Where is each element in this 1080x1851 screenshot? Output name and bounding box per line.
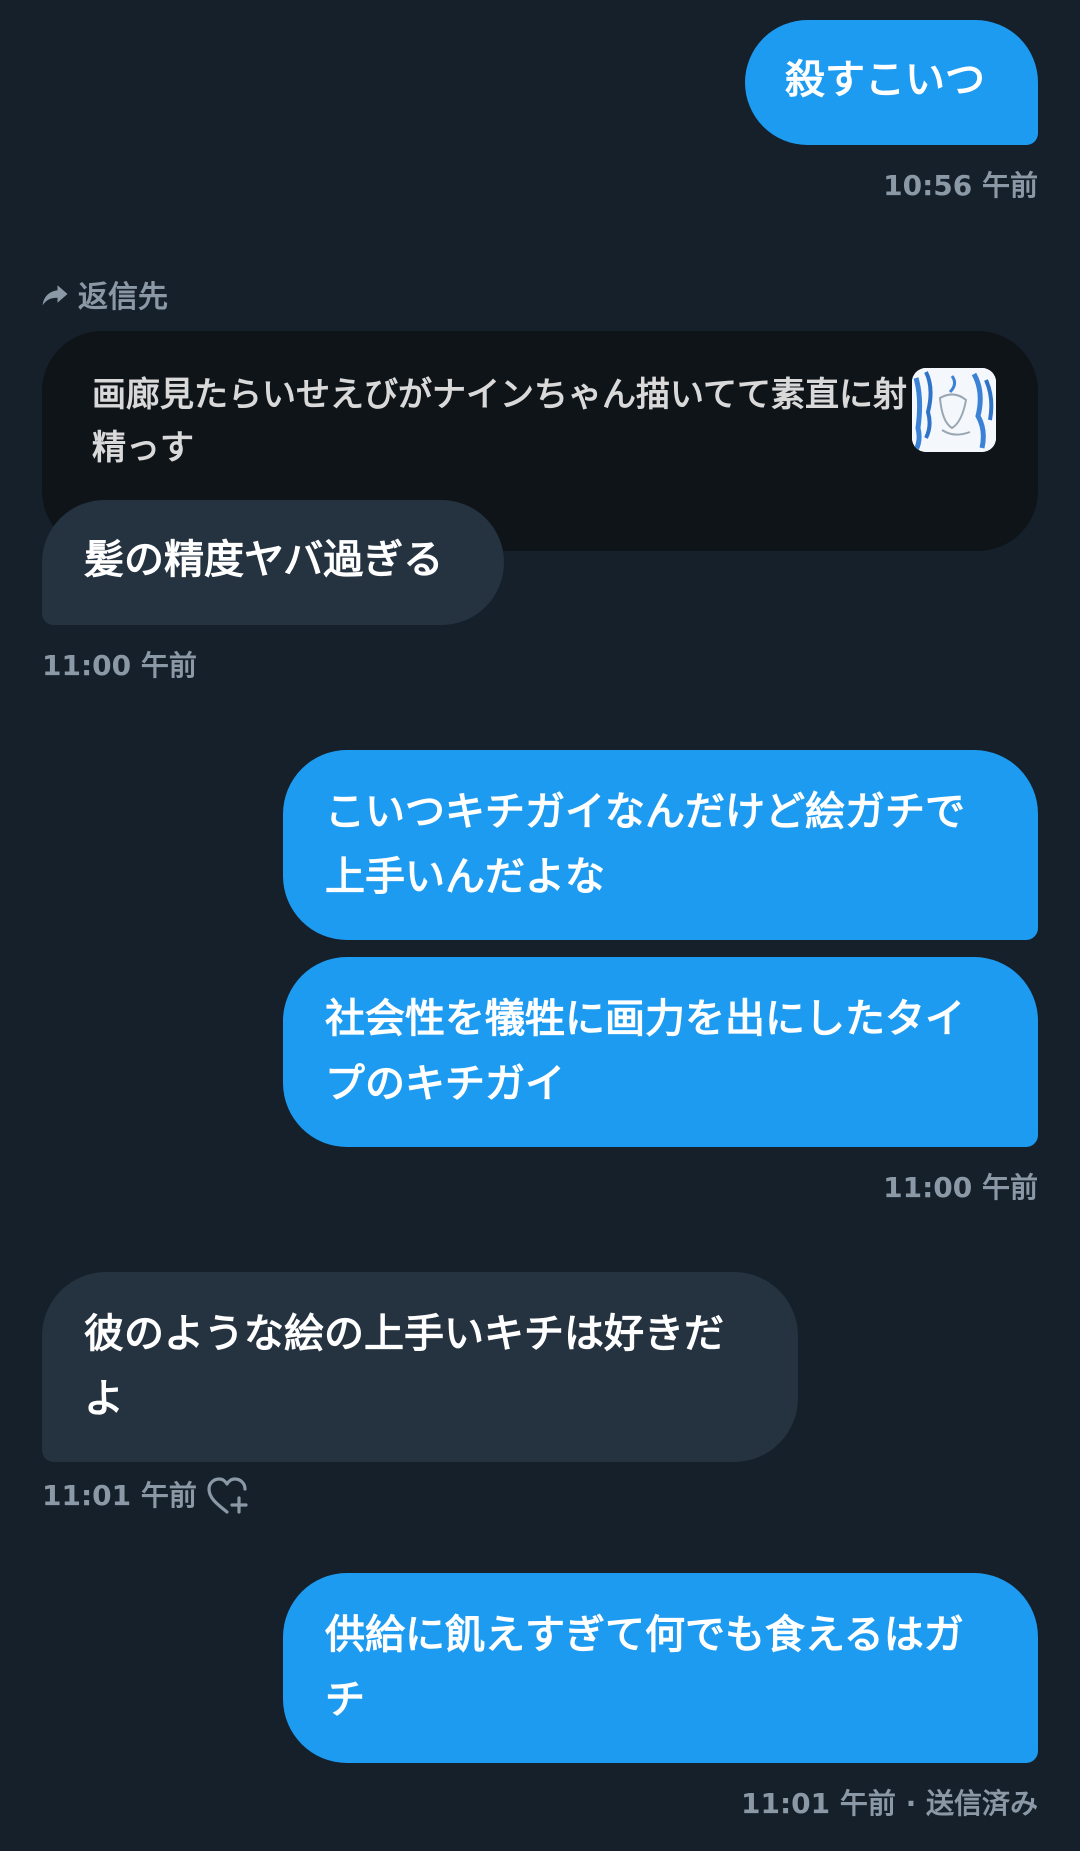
message-text: 社会性を犠牲に画力を出にしたタイプのキチガイ [325,996,965,1107]
message-status: 11:01 午前 · 送信済み [740,1787,1038,1820]
message-bubble-incoming[interactable]: 彼のような絵の上手いキチは好きだよ [42,1272,798,1462]
dm-thread[interactable]: 殺すこいつ 10:56 午前 返信先 画廊見たらいせえびがナインちゃん描いてて素… [0,0,1080,1851]
reply-label-text: 返信先 [78,280,168,315]
message-text: 彼のような絵の上手いキチは好きだよ [84,1311,724,1422]
message-bubble-outgoing[interactable]: 供給に飢えすぎて何でも食えるはガチ [283,1573,1038,1763]
reply-arrow-icon [42,285,68,306]
message-text: 殺すこいつ [785,57,985,103]
message-bubble-outgoing[interactable]: 社会性を犠牲に画力を出にしたタイプのキチガイ [283,957,1038,1147]
message-bubble-incoming[interactable]: 髪の精度ヤバ過ぎる [42,500,504,625]
quoted-message-text: 画廊見たらいせえびがナインちゃん描いてて素直に射精っす [92,375,907,468]
message-timestamp: 10:56 午前 [883,169,1038,202]
message-bubble-outgoing[interactable]: 殺すこいつ [745,20,1038,145]
message-timestamp: 11:00 午前 [42,649,197,682]
image-thumbnail-icon[interactable] [912,368,996,452]
message-text: 供給に飢えすぎて何でも食えるはガチ [325,1612,964,1723]
message-timestamp: 11:00 午前 [883,1171,1038,1204]
message-text: 髪の精度ヤバ過ぎる [84,537,444,583]
message-bubble-outgoing[interactable]: こいつキチガイなんだけど絵ガチで上手いんだよな [283,750,1038,940]
reply-indicator: 返信先 [40,274,168,315]
message-timestamp: 11:01 午前 [42,1479,197,1512]
message-text: こいつキチガイなんだけど絵ガチで上手いんだよな [325,789,965,900]
heart-plus-icon[interactable] [205,1476,249,1516]
